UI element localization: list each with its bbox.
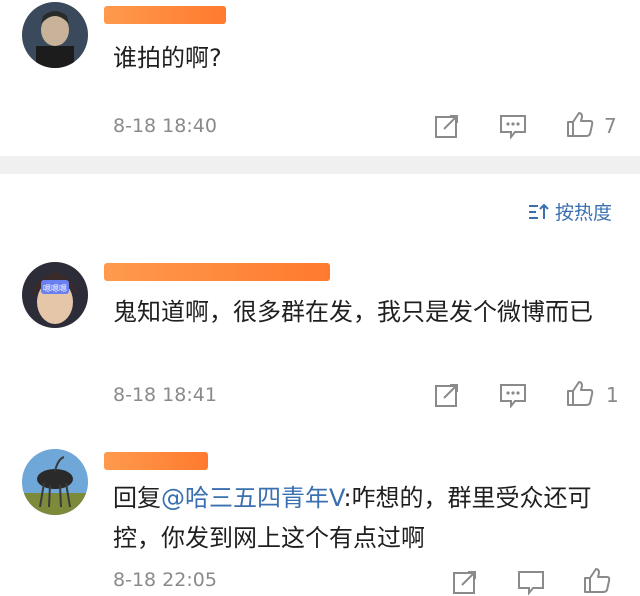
sort-icon xyxy=(528,203,549,219)
avatar[interactable] xyxy=(22,449,88,515)
comment-button[interactable] xyxy=(499,112,527,140)
comment-icon xyxy=(500,384,526,408)
comment-text: 鬼知道啊，很多群在发，我只是发个微博而已 xyxy=(113,298,593,326)
sort-label: 按热度 xyxy=(554,202,612,224)
like-button[interactable] xyxy=(566,110,594,138)
section-divider xyxy=(0,156,640,174)
reply-prefix: 回复 xyxy=(113,484,161,512)
avatar[interactable]: 嗯嗯嗯 xyxy=(22,262,88,328)
username-redacted[interactable] xyxy=(104,452,208,470)
share-icon xyxy=(453,571,476,594)
avatar-badge-text: 嗯嗯嗯 xyxy=(43,284,67,293)
comment-button[interactable] xyxy=(499,381,527,409)
comment-icon xyxy=(518,571,544,595)
thumbs-up-icon xyxy=(567,112,594,137)
repost-button[interactable] xyxy=(433,381,461,409)
thumbs-up-icon xyxy=(584,568,611,593)
like-button[interactable] xyxy=(566,379,594,407)
comment-text: 回复@哈三五四青年V:咋想的，群里受众还可控，你发到网上这个有点过啊 xyxy=(113,478,625,558)
username-redacted[interactable] xyxy=(104,263,330,281)
thumbs-up-icon xyxy=(567,381,594,406)
comment-time: 8-18 22:05 xyxy=(113,569,217,591)
avatar-image-icon: 嗯嗯嗯 xyxy=(22,262,88,328)
comment-text: 谁拍的啊? xyxy=(113,44,222,72)
comment-icon xyxy=(500,115,526,139)
username-redacted[interactable] xyxy=(104,6,226,24)
like-count: 1 xyxy=(606,383,619,407)
mention-link[interactable]: @哈三五四青年V xyxy=(161,484,343,512)
comment-time: 8-18 18:40 xyxy=(113,115,217,137)
avatar[interactable] xyxy=(22,2,88,68)
avatar-image-icon xyxy=(22,2,88,68)
share-icon xyxy=(435,384,458,407)
comment-time: 8-18 18:41 xyxy=(113,384,217,406)
avatar-image-icon xyxy=(22,449,88,515)
share-icon xyxy=(435,115,458,138)
repost-button[interactable] xyxy=(433,112,461,140)
like-button[interactable] xyxy=(583,566,611,594)
sort-toggle[interactable]: 按热度 xyxy=(527,198,612,225)
comment-button[interactable] xyxy=(517,568,545,596)
repost-button[interactable] xyxy=(451,568,479,596)
like-count: 7 xyxy=(604,114,617,138)
